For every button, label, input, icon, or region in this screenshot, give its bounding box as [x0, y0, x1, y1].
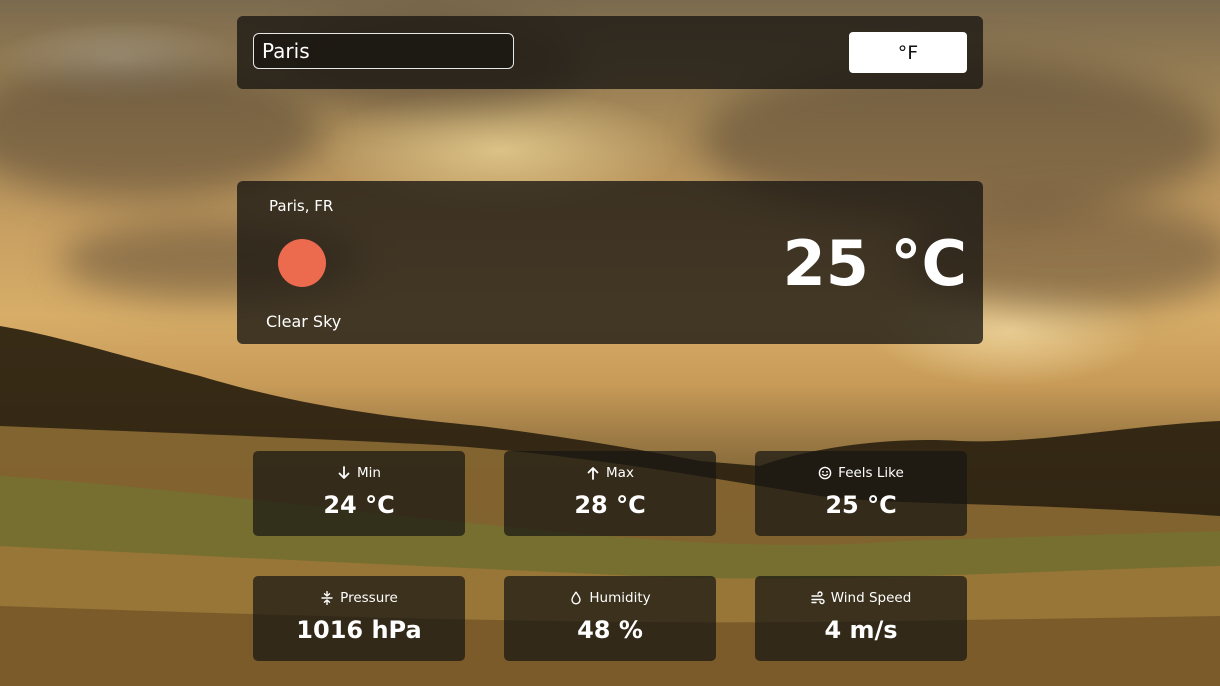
wind-speed-value: 4 m/s: [824, 616, 898, 644]
min-temp-label: Min: [357, 465, 381, 481]
pressure-value: 1016 hPa: [296, 616, 422, 644]
arrow-down-icon: [337, 466, 351, 480]
max-temp-value: 28 °C: [574, 491, 646, 519]
humidity-card: Humidity 48 %: [504, 576, 716, 661]
max-temp-label: Max: [606, 465, 634, 481]
search-bar: °F: [237, 16, 983, 89]
feels-like-value: 25 °C: [825, 491, 897, 519]
current-weather-panel: Paris, FR Clear Sky 25 °C: [237, 181, 983, 344]
smile-icon: [818, 466, 832, 480]
feels-like-card: Feels Like 25 °C: [755, 451, 967, 536]
wind-speed-label: Wind Speed: [830, 590, 912, 606]
humidity-label: Humidity: [589, 590, 651, 606]
min-temp-card: Min 24 °C: [253, 451, 465, 536]
weather-description: Clear Sky: [266, 312, 342, 331]
pressure-label: Pressure: [340, 590, 398, 606]
wind-icon: [811, 591, 825, 605]
compress-icon: [320, 591, 334, 605]
droplet-icon: [569, 591, 583, 605]
min-temp-value: 24 °C: [323, 491, 395, 519]
feels-like-label: Feels Like: [838, 465, 904, 481]
current-temperature: 25 °C: [782, 227, 967, 300]
arrow-up-icon: [586, 466, 600, 480]
wind-speed-card: Wind Speed 4 m/s: [755, 576, 967, 661]
max-temp-card: Max 28 °C: [504, 451, 716, 536]
city-search-input[interactable]: [253, 33, 514, 69]
humidity-value: 48 %: [577, 616, 643, 644]
unit-toggle-button[interactable]: °F: [849, 32, 967, 73]
sun-icon: [278, 239, 326, 287]
location-label: Paris, FR: [269, 197, 334, 215]
pressure-card: Pressure 1016 hPa: [253, 576, 465, 661]
